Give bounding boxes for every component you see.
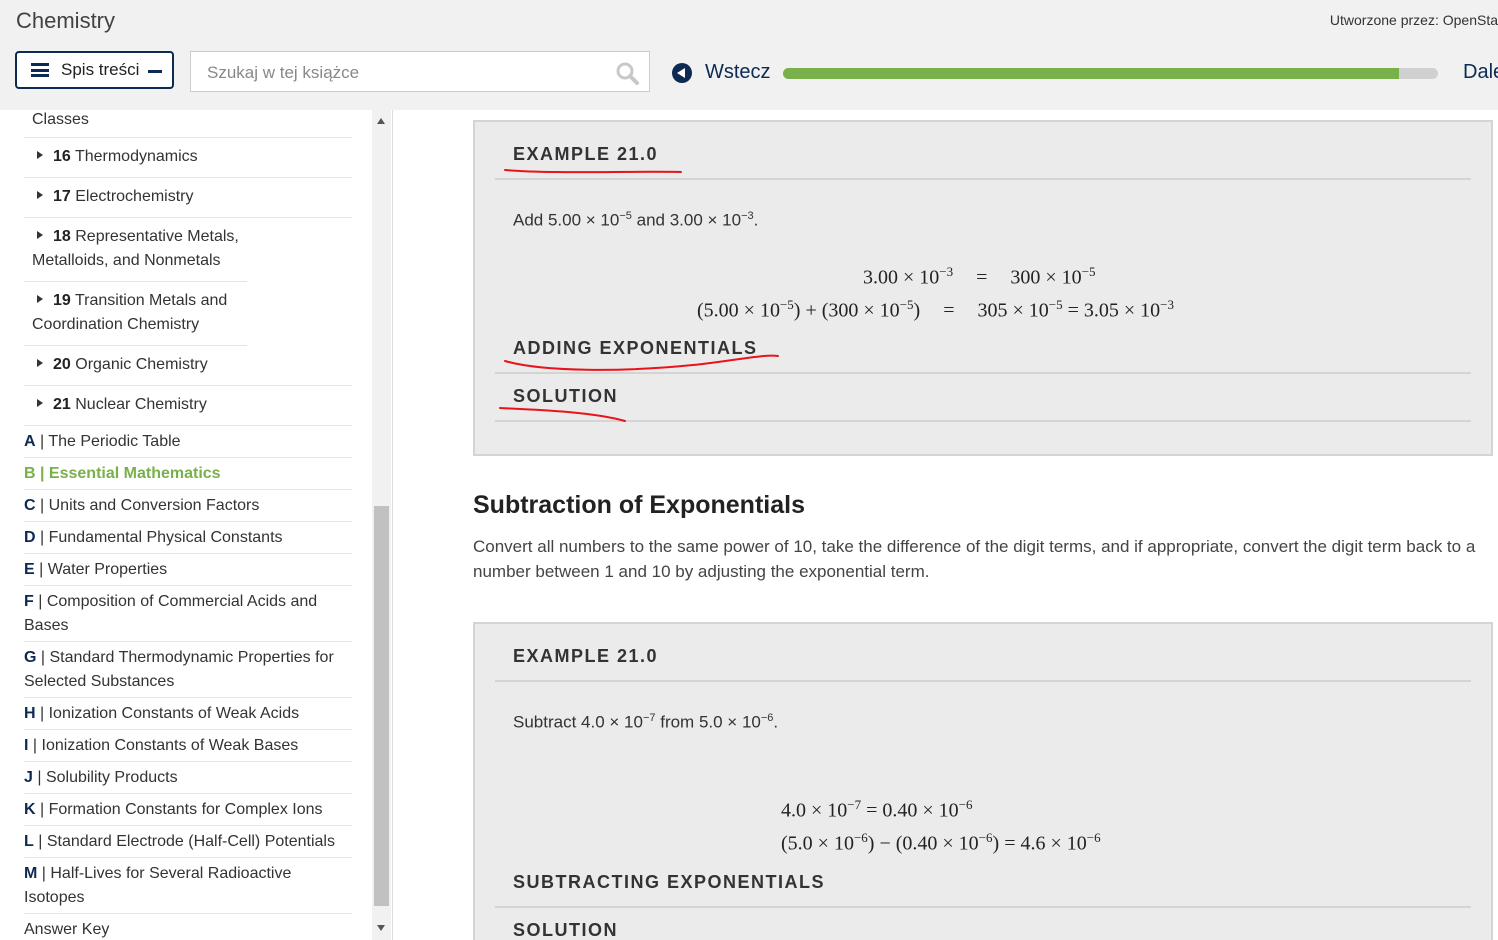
table-of-contents-sidebar: Classes 16 Thermodynamics 17 Electrochemi… bbox=[0, 110, 393, 940]
list-icon bbox=[31, 63, 49, 77]
back-link[interactable]: Wstecz bbox=[672, 61, 771, 84]
toc-chapter-20[interactable]: 20 Organic Chemistry bbox=[24, 346, 352, 386]
expand-triangle-icon[interactable] bbox=[37, 151, 43, 159]
toc-appendix-h[interactable]: H | Ionization Constants of Weak Acids bbox=[24, 698, 352, 730]
toc-appendix-d[interactable]: D | Fundamental Physical Constants bbox=[24, 522, 352, 554]
toc-chapter-21[interactable]: 21 Nuclear Chemistry bbox=[24, 386, 352, 426]
search-icon[interactable] bbox=[615, 61, 639, 85]
annotation-underline bbox=[499, 407, 626, 422]
toc-chapter-19[interactable]: 19 Transition Metals and Coordination Ch… bbox=[24, 282, 247, 346]
divider bbox=[495, 680, 1471, 682]
top-toolbar: Chemistry Utworzone przez: OpenSta Spis … bbox=[0, 0, 1498, 111]
example-title: EXAMPLE 21.0 bbox=[513, 646, 659, 666]
expand-triangle-icon[interactable] bbox=[37, 231, 43, 239]
annotation-underline bbox=[504, 169, 682, 174]
sidebar-scrollbar[interactable] bbox=[372, 110, 391, 940]
expand-triangle-icon[interactable] bbox=[37, 399, 43, 407]
annotation-underline bbox=[504, 354, 779, 371]
scroll-down-arrow-icon[interactable] bbox=[377, 925, 385, 931]
toc-answer-key[interactable]: Answer Key bbox=[24, 914, 352, 940]
toc-chapter-16[interactable]: 16 Thermodynamics bbox=[24, 138, 352, 178]
search-input[interactable] bbox=[205, 61, 589, 85]
main-content: EXAMPLE 21.0 Add 5.00 × 10−5 and 3.00 × … bbox=[393, 110, 1498, 940]
reading-progress-bar bbox=[783, 68, 1438, 79]
toc-appendix-l[interactable]: L | Standard Electrode (Half-Cell) Poten… bbox=[24, 826, 352, 858]
back-arrow-icon bbox=[672, 62, 692, 83]
solution-heading[interactable]: SOLUTION bbox=[513, 920, 618, 940]
toc-appendix-b[interactable]: B | Essential Mathematics bbox=[24, 458, 352, 490]
math-equation-line: 4.0 × 10−7 = 0.40 × 10−6 bbox=[781, 797, 973, 822]
toc-chapter-18[interactable]: 18 Representative Metals, Metalloids, an… bbox=[24, 218, 247, 282]
book-title[interactable]: Chemistry bbox=[16, 8, 115, 34]
math-equation-line: (5.0 × 10−6) − (0.40 × 10−6) = 4.6 × 10−… bbox=[781, 830, 1101, 855]
expand-triangle-icon[interactable] bbox=[37, 191, 43, 199]
author-credit: Utworzone przez: OpenSta bbox=[1329, 12, 1498, 28]
divider bbox=[495, 906, 1471, 908]
section-heading: Subtraction of Exponentials bbox=[473, 491, 805, 519]
back-label: Wstecz bbox=[705, 61, 771, 83]
toc-button-label: Spis treści bbox=[61, 60, 140, 79]
toc-appendix-a[interactable]: A | The Periodic Table bbox=[24, 426, 352, 458]
toc-appendix-c[interactable]: C | Units and Conversion Factors bbox=[24, 490, 352, 522]
next-link[interactable]: Dale bbox=[1463, 61, 1498, 84]
expand-triangle-icon[interactable] bbox=[37, 359, 43, 367]
toc-item-overflow[interactable]: Classes bbox=[24, 110, 352, 138]
toc-appendix-m[interactable]: M | Half-Lives for Several Radioactive I… bbox=[24, 858, 352, 914]
search-box bbox=[190, 51, 650, 92]
example-box-subtraction: EXAMPLE 21.0 Subtract 4.0 × 10−7 from 5.… bbox=[473, 622, 1493, 940]
toc-appendix-g[interactable]: G | Standard Thermodynamic Properties fo… bbox=[24, 642, 352, 698]
expand-triangle-icon[interactable] bbox=[37, 295, 43, 303]
scroll-up-arrow-icon[interactable] bbox=[377, 118, 385, 124]
toc-appendix-k[interactable]: K | Formation Constants for Complex Ions bbox=[24, 794, 352, 826]
toc-chapter-17[interactable]: 17 Electrochemistry bbox=[24, 178, 352, 218]
toc-list: Classes 16 Thermodynamics 17 Electrochemi… bbox=[24, 110, 352, 940]
example-problem: Subtract 4.0 × 10−7 from 5.0 × 10−6. bbox=[513, 712, 779, 732]
minus-icon bbox=[148, 70, 162, 73]
toc-appendix-e[interactable]: E | Water Properties bbox=[24, 554, 352, 586]
section-paragraph: Convert all numbers to the same power of… bbox=[473, 537, 1476, 581]
toc-appendix-i[interactable]: I | Ionization Constants of Weak Bases bbox=[24, 730, 352, 762]
table-of-contents-button[interactable]: Spis treści bbox=[15, 51, 174, 89]
toc-appendix-f[interactable]: F | Composition of Commercial Acids and … bbox=[24, 586, 352, 642]
progress-fill bbox=[783, 68, 1399, 79]
scrollbar-thumb[interactable] bbox=[374, 506, 389, 906]
example-label: SUBTRACTING EXPONENTIALS bbox=[513, 872, 826, 892]
toc-appendix-j[interactable]: J | Solubility Products bbox=[24, 762, 352, 794]
